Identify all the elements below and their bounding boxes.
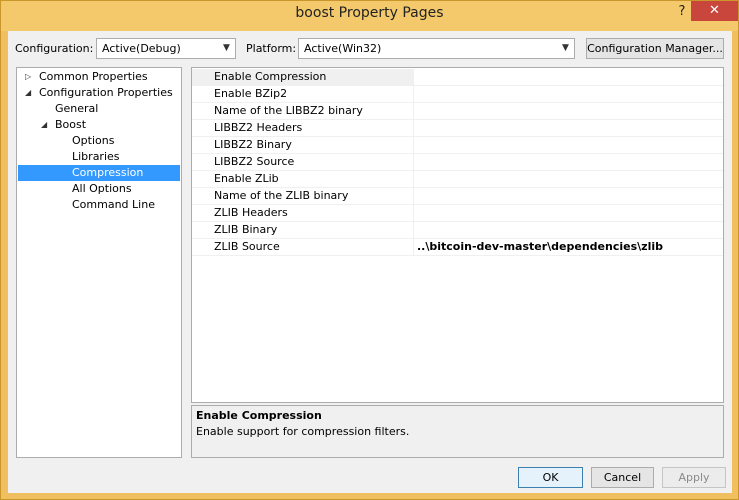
property-name: LIBBZ2 Headers xyxy=(192,120,414,137)
tree-item-general[interactable]: General xyxy=(55,101,98,117)
property-row-zlib-source[interactable]: ZLIB Source ..\bitcoin-dev-master\depend… xyxy=(192,239,723,256)
property-value[interactable] xyxy=(414,86,723,103)
property-row-zlib-headers[interactable]: ZLIB Headers xyxy=(192,205,723,222)
property-value[interactable] xyxy=(414,120,723,137)
platform-select-value: Active(Win32) xyxy=(304,42,382,55)
property-grid[interactable]: Enable Compression Enable BZip2 Name of … xyxy=(191,67,724,403)
property-name: Name of the ZLIB binary xyxy=(192,188,414,205)
property-value[interactable] xyxy=(414,222,723,239)
help-icon[interactable]: ? xyxy=(673,4,691,22)
property-value[interactable] xyxy=(414,171,723,188)
dialog-client-area: Configuration: Active(Debug) ▼ Platform:… xyxy=(8,31,732,493)
expand-icon[interactable]: ▷ xyxy=(25,69,31,85)
configuration-select[interactable]: Active(Debug) ▼ xyxy=(96,38,236,59)
property-value[interactable] xyxy=(414,205,723,222)
tree-item-compression[interactable]: Compression xyxy=(18,165,180,181)
property-row-libbz2-binary-name[interactable]: Name of the LIBBZ2 binary xyxy=(192,103,723,120)
property-tree[interactable]: ▷ Common Properties ◢ Configuration Prop… xyxy=(16,67,182,458)
property-value[interactable] xyxy=(414,188,723,205)
collapse-icon[interactable]: ◢ xyxy=(41,117,47,133)
tree-item-libraries[interactable]: Libraries xyxy=(72,149,120,165)
ok-button[interactable]: OK xyxy=(518,467,583,488)
platform-label: Platform: xyxy=(246,42,297,55)
description-panel: Enable Compression Enable support for co… xyxy=(191,405,724,458)
tree-item-label: Libraries xyxy=(72,150,120,163)
property-row-enable-zlib[interactable]: Enable ZLib xyxy=(192,171,723,188)
chevron-down-icon: ▼ xyxy=(562,43,569,53)
tree-item-label: All Options xyxy=(72,182,132,195)
configuration-select-value: Active(Debug) xyxy=(102,42,181,55)
property-name: LIBBZ2 Source xyxy=(192,154,414,171)
tree-item-label: Common Properties xyxy=(39,70,148,83)
property-name: Enable ZLib xyxy=(192,171,414,188)
property-row-zlib-binary-name[interactable]: Name of the ZLIB binary xyxy=(192,188,723,205)
property-name: ZLIB Headers xyxy=(192,205,414,222)
configuration-manager-button[interactable]: Configuration Manager... xyxy=(586,38,724,59)
property-name: LIBBZ2 Binary xyxy=(192,137,414,154)
dialog-window: boost Property Pages ? ✕ Configuration: … xyxy=(0,0,739,500)
property-row-enable-compression[interactable]: Enable Compression xyxy=(192,69,723,86)
property-row-enable-bzip2[interactable]: Enable BZip2 xyxy=(192,86,723,103)
property-name: Enable Compression xyxy=(192,69,414,86)
configuration-label: Configuration: xyxy=(15,42,94,55)
property-value[interactable]: ..\bitcoin-dev-master\dependencies\zlib xyxy=(414,239,723,256)
collapse-icon[interactable]: ◢ xyxy=(25,85,31,101)
property-row-libbz2-source[interactable]: LIBBZ2 Source xyxy=(192,154,723,171)
property-name: ZLIB Binary xyxy=(192,222,414,239)
tree-item-command-line[interactable]: Command Line xyxy=(72,197,155,213)
tree-item-label: Compression xyxy=(72,166,144,179)
property-name: Name of the LIBBZ2 binary xyxy=(192,103,414,120)
property-row-zlib-binary[interactable]: ZLIB Binary xyxy=(192,222,723,239)
property-row-libbz2-headers[interactable]: LIBBZ2 Headers xyxy=(192,120,723,137)
property-value[interactable] xyxy=(414,69,723,86)
tree-item-label: Command Line xyxy=(72,198,155,211)
tree-item-label: General xyxy=(55,102,99,115)
description-title: Enable Compression xyxy=(196,409,322,422)
close-button[interactable]: ✕ xyxy=(691,1,738,21)
property-row-libbz2-binary[interactable]: LIBBZ2 Binary xyxy=(192,137,723,154)
tree-item-options[interactable]: Options xyxy=(72,133,114,149)
platform-select[interactable]: Active(Win32) ▼ xyxy=(298,38,575,59)
apply-button[interactable]: Apply xyxy=(662,467,726,488)
title-bar[interactable]: boost Property Pages ? ✕ xyxy=(1,1,738,31)
chevron-down-icon: ▼ xyxy=(223,43,230,53)
window-title: boost Property Pages xyxy=(295,5,444,21)
property-value[interactable] xyxy=(414,137,723,154)
property-value[interactable] xyxy=(414,103,723,120)
tree-item-label: Boost xyxy=(55,118,87,131)
description-text: Enable support for compression filters. xyxy=(196,425,410,438)
property-value[interactable] xyxy=(414,154,723,171)
property-name: Enable BZip2 xyxy=(192,86,414,103)
tree-item-all-options[interactable]: All Options xyxy=(72,181,132,197)
tree-item-label: Configuration Properties xyxy=(39,86,173,99)
property-name: ZLIB Source xyxy=(192,239,414,256)
tree-item-label: Options xyxy=(72,134,115,147)
cancel-button[interactable]: Cancel xyxy=(591,467,654,488)
